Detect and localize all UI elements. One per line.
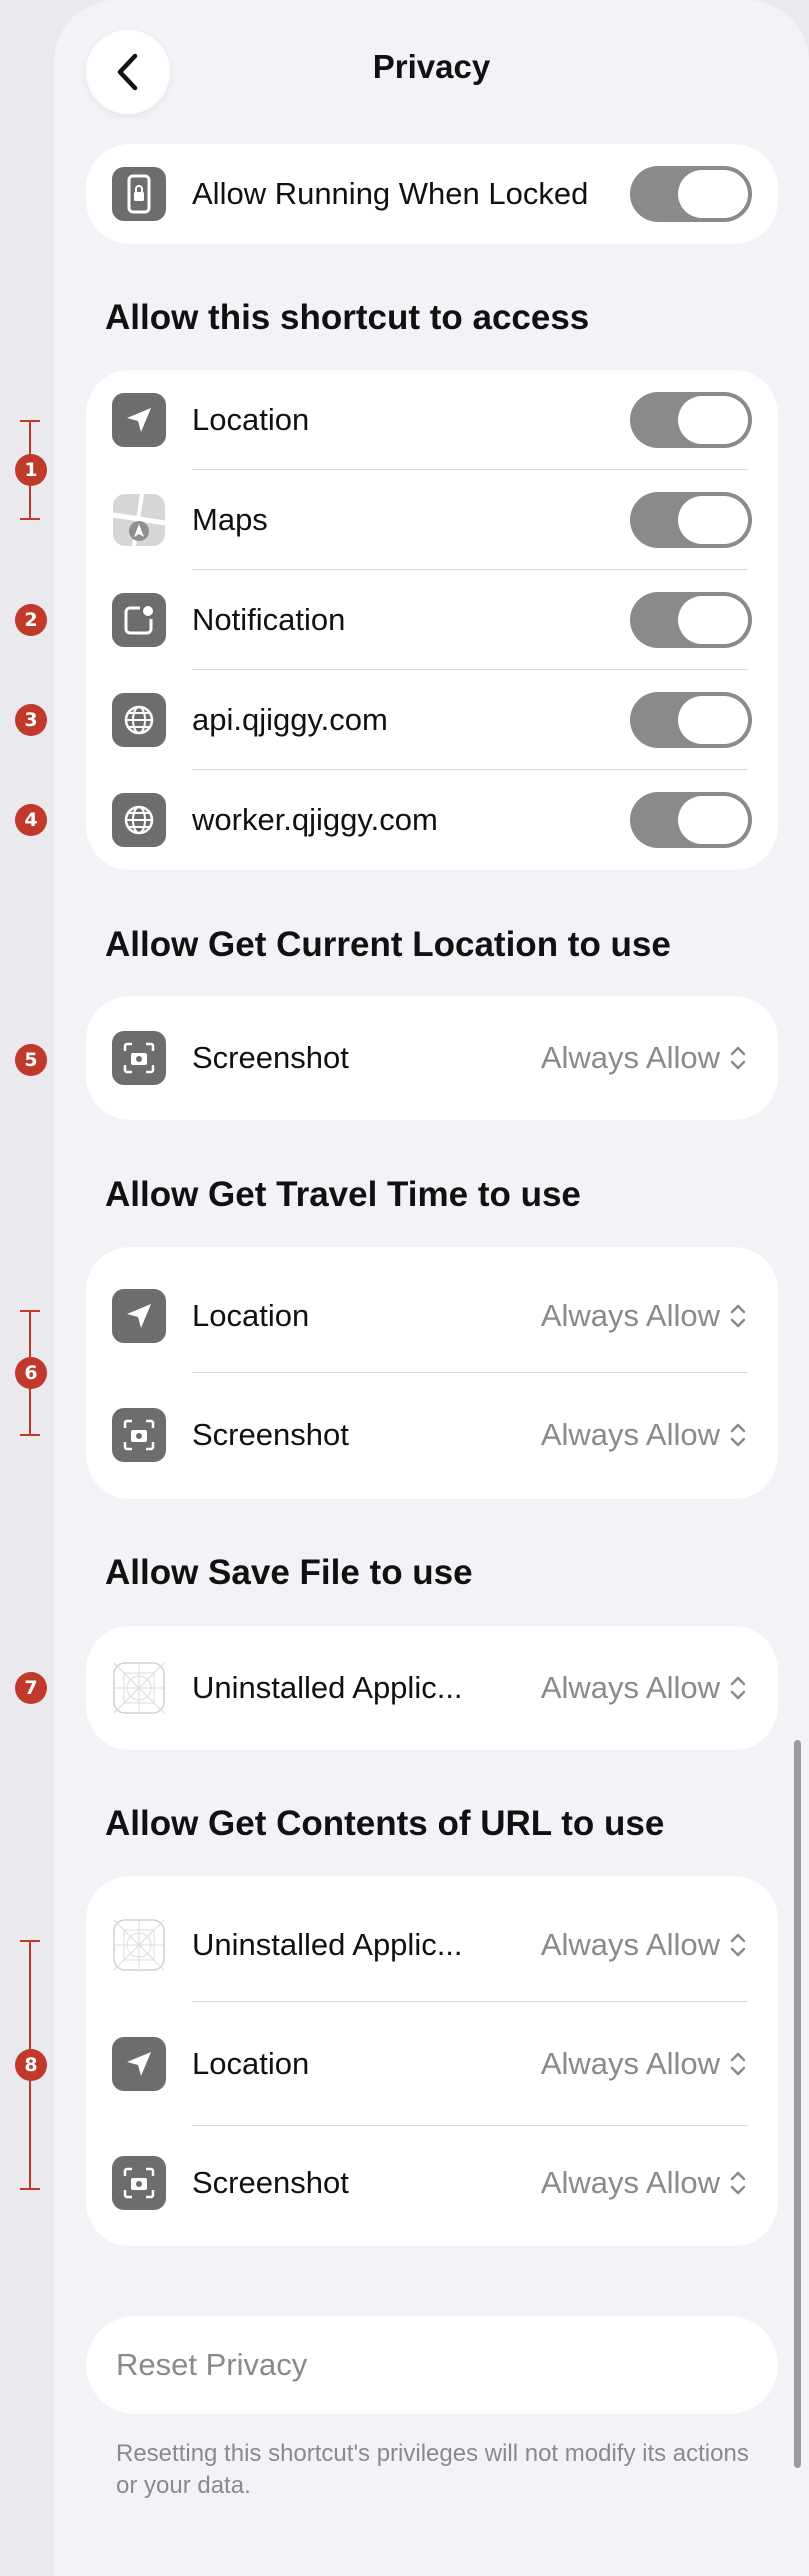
allow-running-locked-label: Allow Running When Locked	[192, 176, 589, 211]
annotation-marker-6: 6	[0, 1310, 54, 1436]
travel-time-card: Location Always Allow Screenshot Always …	[86, 1247, 778, 1499]
chevron-up-down-icon	[730, 2171, 746, 2195]
travel-time-row-location[interactable]: Location Always Allow	[86, 1259, 778, 1373]
access-label-maps: Maps	[192, 502, 268, 537]
travel-time-label-screenshot: Screenshot	[192, 1417, 349, 1452]
save-file-label-app: Uninstalled Applic...	[192, 1670, 463, 1705]
phone-lock-icon	[112, 167, 166, 221]
globe-icon	[112, 793, 166, 847]
chevron-up-down-icon	[730, 1676, 746, 1700]
section-heading-save-file: Allow Save File to use	[105, 1553, 473, 1592]
contents-url-card: Uninstalled Applic... Always Allow Locat…	[86, 1876, 778, 2246]
permission-value: Always Allow	[540, 1927, 720, 1962]
globe-icon	[112, 693, 166, 747]
permission-value: Always Allow	[540, 1670, 720, 1705]
allow-running-locked-row: Allow Running When Locked	[86, 144, 778, 244]
allow-running-locked-toggle[interactable]	[630, 166, 752, 222]
access-row-notification: Notification	[86, 570, 778, 670]
section-heading-current-location: Allow Get Current Location to use	[105, 925, 671, 964]
screenshot-icon	[112, 2156, 166, 2210]
contents-url-label-app: Uninstalled Applic...	[192, 1927, 463, 1962]
access-row-worker: worker.qjiggy.com	[86, 770, 778, 870]
access-row-maps: Maps	[86, 470, 778, 570]
location-arrow-icon	[112, 1289, 166, 1343]
annotation-marker-4: 4	[0, 804, 54, 836]
reset-privacy-label: Reset Privacy	[116, 2347, 308, 2382]
current-location-row-screenshot[interactable]: Screenshot Always Allow	[86, 1008, 778, 1108]
annotation-marker-2: 2	[0, 604, 54, 636]
travel-time-row-screenshot[interactable]: Screenshot Always Allow	[86, 1385, 778, 1485]
reset-privacy-button[interactable]: Reset Privacy	[86, 2316, 778, 2414]
scrollbar[interactable]	[794, 1740, 801, 2468]
permission-value: Always Allow	[540, 2165, 720, 2200]
contents-url-label-location: Location	[192, 2046, 310, 2081]
location-arrow-icon	[112, 393, 166, 447]
access-row-api: api.qjiggy.com	[86, 670, 778, 770]
chevron-up-down-icon	[730, 1046, 746, 1070]
access-row-location: Location	[86, 370, 778, 470]
annotation-marker-5: 5	[0, 1044, 54, 1076]
permission-value: Always Allow	[540, 1298, 720, 1333]
access-card: Location Maps Notification api.qjiggy.co…	[86, 370, 778, 870]
screenshot-icon	[112, 1031, 166, 1085]
current-location-label-screenshot: Screenshot	[192, 1040, 349, 1075]
contents-url-row-location[interactable]: Location Always Allow	[86, 2002, 778, 2126]
reset-footnote: Resetting this shortcut's privileges wil…	[116, 2440, 749, 2499]
permission-value: Always Allow	[540, 2046, 720, 2081]
location-toggle[interactable]	[630, 392, 752, 448]
access-label-notification: Notification	[192, 602, 346, 637]
notification-toggle[interactable]	[630, 592, 752, 648]
chevron-up-down-icon	[730, 1304, 746, 1328]
notification-icon	[112, 593, 166, 647]
annotation-marker-1: 1	[0, 420, 54, 520]
page-title: Privacy	[372, 48, 491, 85]
screenshot-icon	[112, 1408, 166, 1462]
chevron-up-down-icon	[730, 1933, 746, 1957]
maps-toggle[interactable]	[630, 492, 752, 548]
section-heading-access: Allow this shortcut to access	[105, 298, 590, 337]
chevron-up-down-icon	[730, 2052, 746, 2076]
save-file-card: Uninstalled Applic... Always Allow	[86, 1626, 778, 1750]
worker-domain-toggle[interactable]	[630, 792, 752, 848]
lock-card: Allow Running When Locked	[86, 144, 778, 244]
api-domain-toggle[interactable]	[630, 692, 752, 748]
placeholder-app-icon	[112, 1661, 166, 1715]
access-label-worker: worker.qjiggy.com	[192, 802, 438, 837]
permission-value: Always Allow	[540, 1040, 720, 1075]
annotation-marker-7: 7	[0, 1672, 54, 1704]
privacy-sheet: Privacy Allow Running When Locked Allow …	[54, 0, 809, 2576]
travel-time-label-location: Location	[192, 1298, 310, 1333]
save-file-row-app[interactable]: Uninstalled Applic... Always Allow	[86, 1638, 778, 1738]
placeholder-app-icon	[112, 1918, 166, 1972]
contents-url-label-screenshot: Screenshot	[192, 2165, 349, 2200]
current-location-card: Screenshot Always Allow	[86, 996, 778, 1120]
contents-url-row-app[interactable]: Uninstalled Applic... Always Allow	[86, 1888, 778, 2002]
annotation-marker-3: 3	[0, 704, 54, 736]
section-heading-contents-url: Allow Get Contents of URL to use	[105, 1804, 665, 1843]
location-arrow-icon	[112, 2037, 166, 2091]
permission-value: Always Allow	[540, 1417, 720, 1452]
access-label-api: api.qjiggy.com	[192, 702, 388, 737]
annotation-marker-8: 8	[0, 1940, 54, 2190]
access-label-location: Location	[192, 402, 310, 437]
contents-url-row-screenshot[interactable]: Screenshot Always Allow	[86, 2126, 778, 2240]
section-heading-travel-time: Allow Get Travel Time to use	[105, 1175, 581, 1214]
maps-app-icon	[112, 493, 166, 547]
chevron-up-down-icon	[730, 1423, 746, 1447]
